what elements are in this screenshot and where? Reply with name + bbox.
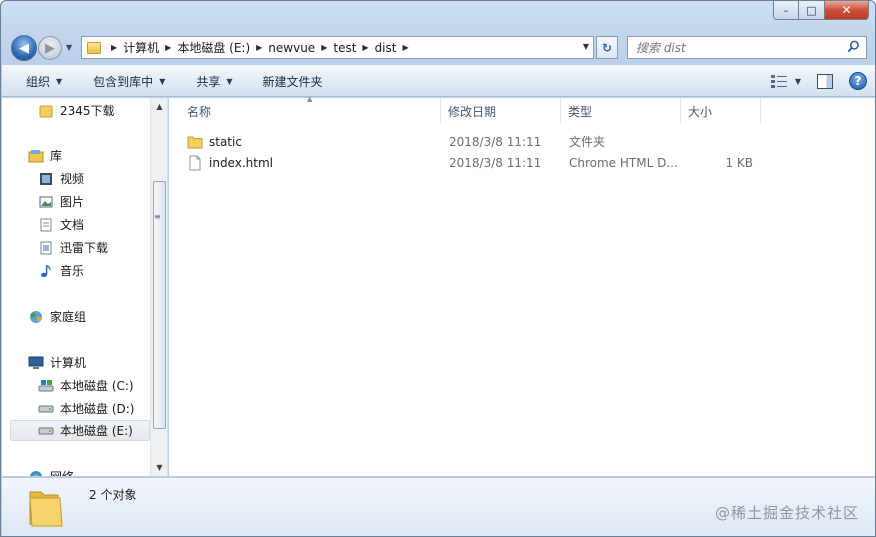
sidebar-item-pictures[interactable]: 图片 bbox=[38, 191, 84, 212]
folder-icon bbox=[38, 103, 54, 119]
sidebar-item-homegroup[interactable]: 家庭组 bbox=[28, 306, 86, 327]
homegroup-icon bbox=[28, 309, 44, 325]
sidebar-item-documents[interactable]: 文档 bbox=[38, 214, 84, 235]
drive-c-icon bbox=[38, 378, 54, 394]
column-modified[interactable]: 修改日期 bbox=[441, 98, 561, 124]
explorer-window: – □ ✕ ◀ ▶ ▼ ▶ 计算机 ▶ 本地磁盘 (E:) ▶ newvue ▶ te… bbox=[0, 0, 876, 537]
column-name[interactable]: ▲ 名称 bbox=[169, 95, 441, 124]
navigation-pane-scrollbar[interactable]: ▲ ≡ ▼ bbox=[150, 98, 167, 476]
sidebar-item-thunder-download[interactable]: 迅雷下载 bbox=[38, 237, 108, 258]
help-icon[interactable]: ? bbox=[849, 72, 867, 90]
maximize-button[interactable]: □ bbox=[799, 1, 825, 20]
scroll-down-arrow[interactable]: ▼ bbox=[151, 459, 167, 476]
toolbar-right: ▼ ? bbox=[770, 72, 867, 90]
breadcrumb-test[interactable]: test ▶ bbox=[333, 41, 374, 55]
drive-icon bbox=[38, 423, 54, 439]
sidebar-item-network[interactable]: 网络 bbox=[28, 466, 74, 476]
caption-buttons: – □ ✕ bbox=[773, 1, 869, 20]
column-type[interactable]: 类型 bbox=[561, 98, 681, 124]
view-options-dropdown[interactable]: ▼ bbox=[795, 77, 801, 86]
address-dropdown[interactable]: ▼ bbox=[583, 42, 589, 51]
breadcrumb-drive-e[interactable]: 本地磁盘 (E:) ▶ bbox=[177, 39, 268, 56]
video-icon bbox=[38, 171, 54, 187]
library-icon bbox=[28, 148, 44, 164]
close-button[interactable]: ✕ bbox=[825, 1, 869, 20]
sidebar-item-2345download[interactable]: 2345下载 bbox=[38, 100, 115, 121]
navigation-bar: ◀ ▶ ▼ ▶ 计算机 ▶ 本地磁盘 (E:) ▶ newvue ▶ test ▶ di… bbox=[1, 29, 875, 63]
breadcrumb-root-arrow[interactable]: ▶ bbox=[105, 43, 123, 52]
sidebar-item-library[interactable]: 库 bbox=[28, 145, 62, 166]
folder-icon bbox=[87, 41, 101, 54]
share-menu[interactable]: 共享 ▼ bbox=[179, 66, 246, 96]
file-name-cell: static bbox=[169, 131, 441, 152]
scroll-grip-icon: ≡ bbox=[154, 212, 161, 221]
breadcrumb-dist[interactable]: dist ▶ bbox=[375, 41, 415, 55]
new-folder-button[interactable]: 新建文件夹 bbox=[247, 66, 337, 96]
refresh-button[interactable]: ↻ bbox=[596, 36, 618, 59]
search-box[interactable] bbox=[627, 36, 867, 59]
network-icon bbox=[28, 469, 44, 476]
drive-icon bbox=[38, 401, 54, 417]
table-row[interactable]: static 2018/3/8 11:11 文件夹 bbox=[169, 131, 875, 152]
picture-icon bbox=[38, 194, 54, 210]
sort-ascending-icon: ▲ bbox=[307, 95, 313, 103]
recent-pages-dropdown[interactable]: ▼ bbox=[66, 43, 72, 52]
breadcrumb-newvue[interactable]: newvue ▶ bbox=[268, 41, 333, 55]
column-header: ▲ 名称 修改日期 类型 大小 bbox=[169, 95, 875, 124]
back-button[interactable]: ◀ bbox=[11, 35, 37, 61]
sidebar-item-drive-e[interactable]: 本地磁盘 (E:) bbox=[10, 420, 150, 441]
view-options-icon[interactable] bbox=[770, 74, 787, 88]
music-icon bbox=[38, 263, 54, 279]
sidebar-item-music[interactable]: 音乐 bbox=[38, 260, 84, 281]
folder-icon bbox=[187, 136, 203, 148]
breadcrumb-computer[interactable]: 计算机 ▶ bbox=[123, 39, 177, 56]
organize-menu[interactable]: 组织 ▼ bbox=[2, 66, 76, 96]
folder-icon bbox=[29, 491, 63, 527]
download-icon bbox=[38, 240, 54, 256]
sidebar-item-drive-d[interactable]: 本地磁盘 (D:) bbox=[38, 398, 134, 419]
table-row[interactable]: index.html 2018/3/8 11:11 Chrome HTML D.… bbox=[169, 152, 875, 173]
html-file-icon bbox=[189, 155, 201, 170]
document-icon bbox=[38, 217, 54, 233]
search-icon[interactable] bbox=[847, 40, 860, 53]
forward-button[interactable]: ▶ bbox=[38, 36, 62, 60]
search-input[interactable] bbox=[628, 40, 838, 55]
item-count: 2 个对象 bbox=[89, 488, 137, 502]
minimize-button[interactable]: – bbox=[773, 1, 799, 20]
command-bar: 组织 ▼ 包含到库中 ▼ 共享 ▼ 新建文件夹 ▼ ? bbox=[2, 65, 875, 97]
preview-pane-icon[interactable] bbox=[817, 73, 833, 89]
sidebar-item-drive-c[interactable]: 本地磁盘 (C:) bbox=[38, 375, 134, 396]
sidebar-item-video[interactable]: 视频 bbox=[38, 168, 84, 189]
address-bar[interactable]: ▶ 计算机 ▶ 本地磁盘 (E:) ▶ newvue ▶ test ▶ dist ▶ ▼ bbox=[81, 36, 594, 59]
computer-icon bbox=[28, 355, 44, 371]
file-name-cell: index.html bbox=[169, 152, 441, 173]
file-list: ▲ 名称 修改日期 类型 大小 static 2018/3/8 11:11 文件… bbox=[169, 95, 875, 476]
watermark: @稀土掘金技术社区 bbox=[714, 504, 859, 522]
scroll-up-arrow[interactable]: ▲ bbox=[151, 98, 167, 115]
include-in-library-menu[interactable]: 包含到库中 ▼ bbox=[76, 66, 179, 96]
details-pane: 2 个对象 @稀土掘金技术社区 bbox=[2, 477, 875, 536]
sidebar-item-computer[interactable]: 计算机 bbox=[28, 352, 86, 373]
navigation-pane: 2345下载 库 视频 图片 文档 迅雷下载 音乐 家庭组 计算机 本地磁盘 (… bbox=[2, 98, 168, 476]
column-size[interactable]: 大小 bbox=[681, 98, 761, 124]
